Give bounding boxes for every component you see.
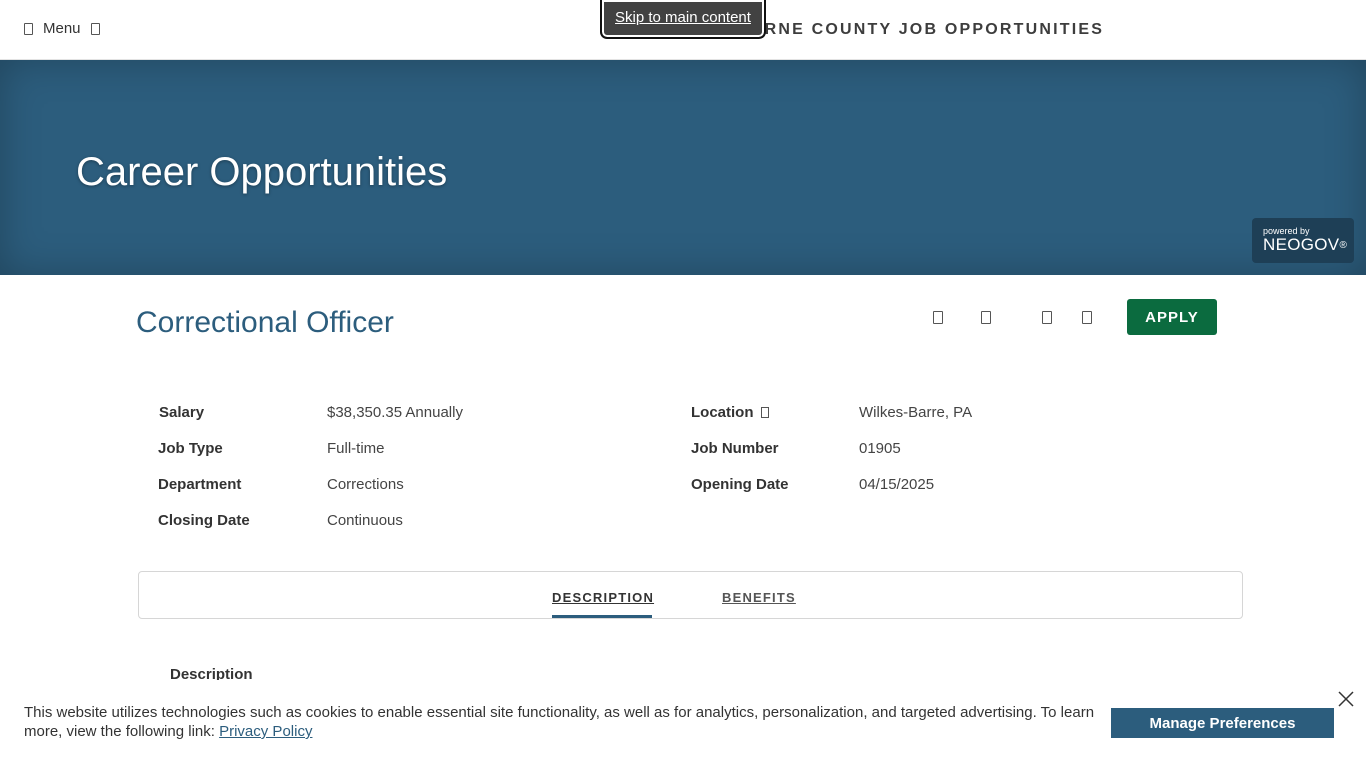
tab-description[interactable]: DESCRIPTION (552, 590, 654, 605)
department-label: Department (158, 476, 242, 493)
closing-date-value: Continuous (327, 512, 403, 529)
site-title[interactable]: LUZERNE COUNTY JOB OPPORTUNITIES (714, 21, 1104, 39)
hamburger-icon (24, 22, 33, 35)
salary-value: $38,350.35 Annually (327, 404, 463, 421)
job-number-label: Job Number (691, 440, 779, 457)
active-tab-indicator (552, 615, 652, 618)
location-label: Location (691, 404, 769, 421)
menu-label: Menu (43, 20, 81, 37)
bookmark-icon[interactable] (1082, 311, 1092, 324)
salary-label: Salary (159, 404, 205, 421)
department-value: Corrections (327, 476, 404, 493)
skip-link-text[interactable]: Skip to main content (615, 9, 751, 26)
job-type-label: Job Type (158, 440, 223, 457)
cookie-consent-banner: This website utilizes technologies such … (0, 680, 1366, 768)
opening-date-value: 04/15/2025 (859, 476, 935, 493)
tab-benefits[interactable]: BENEFITS (722, 590, 796, 605)
closing-date-label: Closing Date (158, 512, 250, 529)
powered-by-neogov-badge[interactable]: powered by NEOGOV® (1252, 218, 1354, 263)
neogov-logo: NEOGOV® (1263, 235, 1348, 254)
opening-date-label: Opening Date (691, 476, 789, 493)
chevron-down-icon (90, 22, 100, 35)
skip-to-content-link[interactable]: Skip to main content (600, 0, 766, 39)
apply-button[interactable]: APPLY (1127, 299, 1217, 335)
location-value: Wilkes-Barre, PA (859, 404, 973, 421)
print-icon[interactable] (933, 311, 943, 324)
job-number-value: 01905 (859, 440, 901, 457)
page-title: Career Opportunities (76, 150, 448, 194)
close-icon[interactable] (1337, 690, 1355, 708)
share-icon[interactable] (1042, 311, 1052, 324)
cookie-message: This website utilizes technologies such … (24, 704, 1095, 740)
email-icon[interactable] (981, 311, 991, 324)
manage-preferences-button[interactable]: Manage Preferences (1111, 708, 1334, 738)
job-type-value: Full-time (327, 440, 385, 457)
hero-banner: Career Opportunities powered by NEOGOV® (0, 60, 1366, 275)
job-tabs: DESCRIPTION BENEFITS (138, 571, 1243, 619)
job-title: Correctional Officer (136, 306, 394, 339)
menu-button[interactable]: Menu (24, 20, 100, 37)
map-marker-icon[interactable] (760, 407, 769, 418)
privacy-policy-link[interactable]: Privacy Policy (219, 723, 312, 740)
